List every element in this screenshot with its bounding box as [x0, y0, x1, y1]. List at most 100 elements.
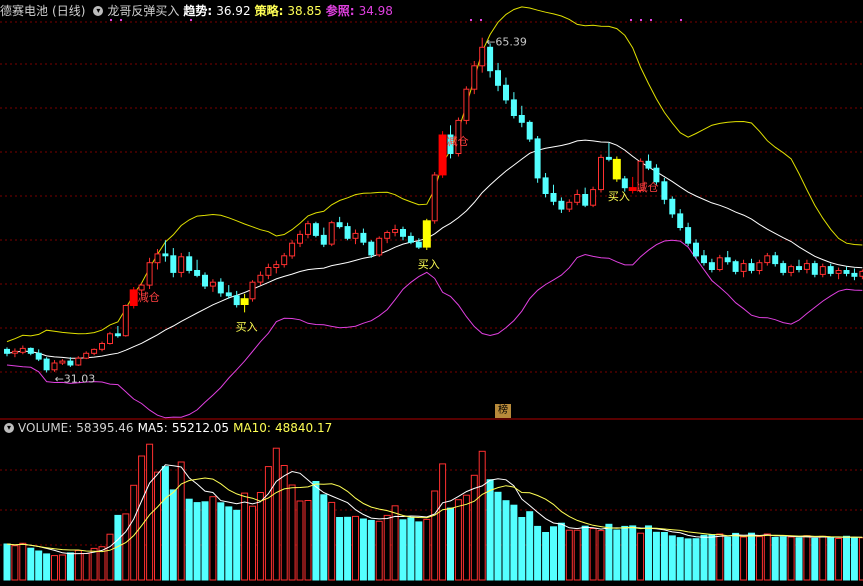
- candle-body: [52, 363, 57, 370]
- volume-bar: [4, 544, 10, 580]
- ref-value: 34.98: [359, 1, 393, 21]
- volume-bar: [487, 480, 493, 580]
- volume-bar: [796, 538, 802, 580]
- volume-bar: [210, 497, 216, 580]
- candle-body: [733, 262, 738, 272]
- ma10-value: 48840.17: [275, 418, 332, 438]
- candle-body: [361, 233, 366, 242]
- candle-body: [797, 267, 802, 270]
- volume-bar: [376, 521, 382, 580]
- candle-body: [313, 224, 318, 236]
- marker-dot: [650, 19, 652, 21]
- candle-body: [496, 71, 501, 86]
- candle-body: [804, 264, 809, 270]
- candle-body: [203, 275, 208, 286]
- candle-body: [749, 264, 754, 271]
- candle-body: [274, 265, 279, 268]
- volume-bar: [44, 554, 50, 580]
- volume-bar: [194, 503, 200, 580]
- candle-body: [543, 178, 548, 194]
- volume-bar: [519, 518, 525, 581]
- volume-bar: [12, 546, 18, 580]
- volume-bar: [289, 485, 295, 580]
- candle-body: [408, 236, 413, 242]
- volume-bar: [630, 526, 636, 580]
- volume-bar: [677, 538, 683, 580]
- candle-body: [298, 234, 303, 243]
- volume-bar: [273, 448, 279, 580]
- candle-body: [686, 228, 691, 244]
- candle-body: [535, 139, 540, 178]
- volume-bar: [471, 475, 477, 580]
- volume-bar: [622, 526, 628, 580]
- sell-signal-label: 减仓: [637, 180, 659, 194]
- candle-body: [765, 256, 770, 263]
- candle-body: [266, 268, 271, 276]
- candle-body: [92, 349, 97, 353]
- candle-body: [226, 293, 231, 296]
- volume-bar: [67, 553, 73, 580]
- volume-bar: [162, 467, 168, 580]
- volume-bar: [455, 500, 461, 580]
- volume-bar: [28, 548, 34, 580]
- volume-bar: [638, 533, 644, 580]
- candle-body: [179, 257, 184, 273]
- panel-divider-tag[interactable]: 榜: [495, 404, 511, 418]
- indicator-name[interactable]: 龙哥反弹买入: [107, 1, 179, 21]
- volume-bar: [661, 533, 667, 581]
- candle-body: [423, 221, 430, 247]
- gear-icon[interactable]: ▾: [93, 6, 103, 16]
- candle-body: [306, 224, 311, 235]
- volume-bar: [250, 506, 256, 580]
- volume-bar: [828, 537, 834, 580]
- volume-bar: [424, 519, 430, 580]
- volume-bar: [582, 526, 588, 580]
- candle-body: [717, 258, 722, 270]
- candle-body: [12, 351, 17, 353]
- volume-bar: [764, 534, 770, 580]
- candle-body: [852, 273, 857, 276]
- volume-value: 58395.46: [76, 418, 133, 438]
- marker-dot: [640, 19, 642, 21]
- marker-dot: [470, 19, 472, 21]
- volume-bar: [780, 537, 786, 580]
- candle-body: [694, 243, 699, 256]
- volume-bar: [574, 530, 580, 580]
- sell-signal-label: 减仓: [138, 290, 160, 304]
- volume-bar: [313, 482, 319, 581]
- candle-body: [583, 195, 588, 206]
- volume-bar: [218, 503, 224, 580]
- candle-body: [464, 89, 469, 120]
- volume-bar: [91, 548, 97, 580]
- trend-value: 36.92: [216, 1, 250, 21]
- candle-body: [575, 195, 580, 203]
- buy-signal-label: 买入: [418, 258, 440, 271]
- volume-bar: [281, 466, 287, 581]
- candle-body: [241, 299, 248, 305]
- volume-bar: [384, 515, 390, 580]
- candle-body: [789, 267, 794, 273]
- candle-body: [812, 264, 817, 275]
- volume-bar: [598, 531, 604, 580]
- volume-bar: [717, 534, 723, 580]
- grid-lines: [0, 22, 863, 545]
- candle-body: [234, 296, 239, 305]
- volume-bar: [709, 535, 715, 580]
- volume-bar: [693, 539, 699, 580]
- ma5-label: MA5:: [138, 418, 168, 438]
- candle-body: [678, 214, 683, 228]
- candle-body: [44, 359, 49, 370]
- volume-bar: [440, 464, 446, 580]
- candle-body: [606, 157, 611, 159]
- candle-body: [613, 159, 620, 179]
- volume-bar: [408, 518, 414, 580]
- marker-dot: [680, 19, 682, 21]
- volume-bar: [614, 530, 620, 580]
- candle-body: [654, 168, 659, 182]
- volume-bar: [788, 537, 794, 580]
- volume-bar: [653, 532, 659, 580]
- candle-body: [100, 344, 105, 350]
- gear-icon[interactable]: ▾: [4, 423, 14, 433]
- candle-body: [171, 256, 176, 273]
- volume-bar: [812, 538, 818, 580]
